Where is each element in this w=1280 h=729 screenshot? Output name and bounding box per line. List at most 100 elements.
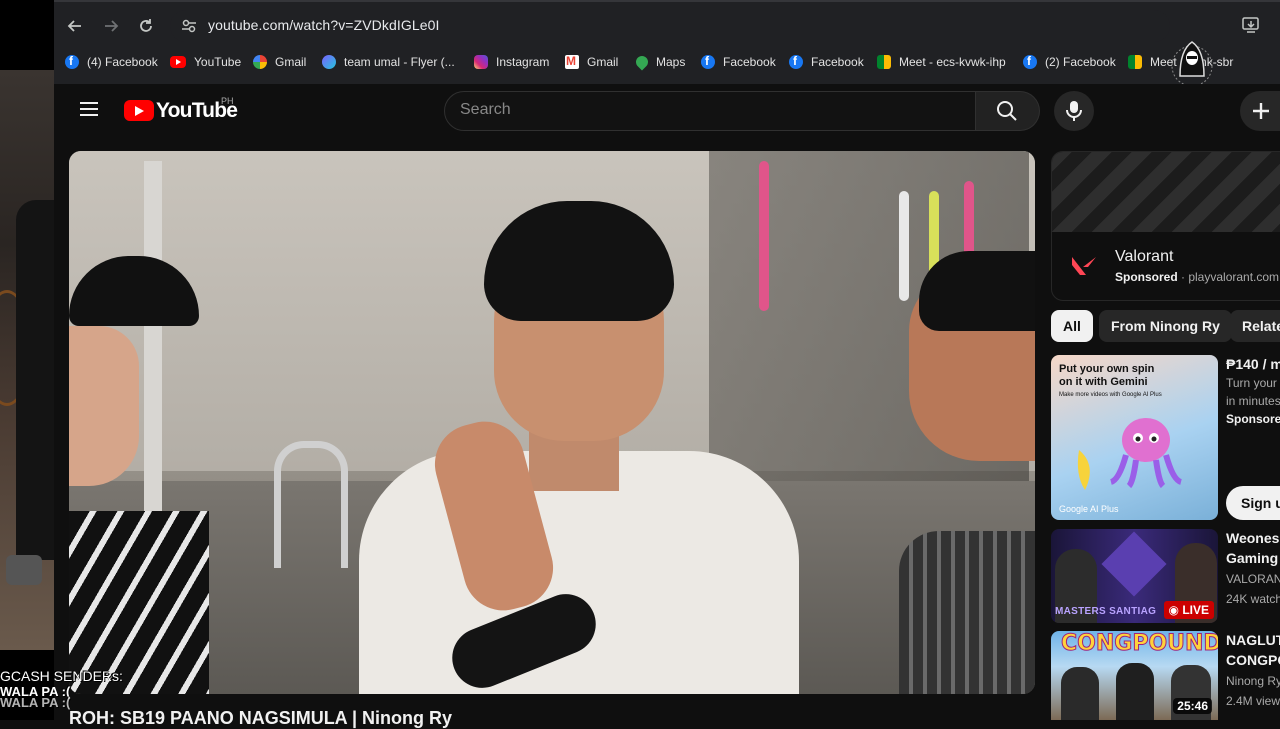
meet-icon (877, 55, 891, 69)
sidebar-item-sponsored: Sponsored (1226, 412, 1280, 426)
plus-icon (1253, 103, 1269, 119)
canva-icon (322, 55, 336, 69)
live-dot-icon: ◉ (1168, 603, 1183, 617)
search-icon (997, 101, 1017, 121)
ad-domain: playvalorant.com (1188, 270, 1280, 284)
sign-up-button[interactable]: Sign u (1226, 486, 1280, 520)
sidebar-item-title[interactable]: ₱140 / m (1226, 354, 1280, 374)
bookmark-youtube[interactable]: YouTube (170, 50, 241, 74)
bookmark-label: YouTube (194, 55, 242, 69)
thumb-text: MASTERS SANTIAG (1055, 606, 1157, 617)
ad-banner-image (1052, 152, 1280, 232)
video-person-left-jacket (69, 511, 209, 694)
video-scene-utensil (899, 191, 909, 301)
sidebar-item-thumbnail[interactable]: CONGPOUND 25:46 (1051, 631, 1218, 720)
thumb-caption-line: on it with Gemini (1059, 376, 1148, 388)
bookmark-label: Meet - ecs-kvwk-ihp (899, 55, 1006, 69)
thumb-brand: Google AI Plus (1059, 504, 1119, 514)
gcash-line: WALA PA :( (0, 695, 71, 710)
forward-arrow-icon (105, 20, 119, 32)
bookmark-instagram[interactable]: Instagram (474, 50, 549, 74)
sidebar-item-channel[interactable]: Ninong Ry (1226, 672, 1280, 690)
search-input[interactable] (444, 91, 976, 131)
chip-from-ninong-ry[interactable]: From Ninong Ry (1099, 310, 1232, 342)
thumb-caption-line: Make more videos with Google AI Plus (1059, 392, 1162, 398)
thumb-caption-line: Put your own spin (1059, 363, 1155, 375)
create-button[interactable] (1240, 91, 1280, 131)
bookmark-label: Facebook (811, 55, 864, 69)
search-placeholder: Search (460, 101, 511, 118)
sidebar-item-channel[interactable]: VALORANT (1226, 570, 1280, 588)
live-badge: ◉ LIVE (1163, 601, 1214, 619)
tab-strip-edge (54, 0, 1280, 2)
voice-search-button[interactable] (1054, 91, 1094, 131)
valorant-logo-icon (1066, 247, 1102, 283)
meet-icon (1128, 55, 1142, 69)
gcash-title: GCASH SENDERs: (0, 668, 123, 684)
video-title: ROH: SB19 PAANO NAGSIMULA | Ninong Ry (69, 708, 453, 728)
overlay-shoe (6, 555, 42, 585)
ad-name[interactable]: Valorant (1115, 248, 1173, 266)
country-code: PH (221, 96, 234, 106)
sidebar-item-desc: Turn your v (1226, 376, 1280, 390)
sidebar-item-thumbnail[interactable]: MASTERS SANTIAG ◉ LIVE (1051, 529, 1218, 623)
site-settings-icon[interactable] (180, 17, 198, 35)
chip-related[interactable]: Related (1230, 310, 1280, 342)
thumb-person (1061, 667, 1099, 720)
sidebar-item-title[interactable]: Weones I (1226, 528, 1280, 548)
bookmark-facebook-a[interactable]: Facebook (701, 50, 776, 74)
bookmark-meet-ecs[interactable]: Meet - ecs-kvwk-ihp (877, 50, 1006, 74)
duration-badge: 25:46 (1173, 698, 1212, 714)
overlay-figure (16, 200, 54, 560)
facebook-icon (65, 54, 79, 69)
video-player[interactable] (69, 151, 1035, 694)
bookmark-gmail-google[interactable]: Gmail (253, 50, 306, 74)
live-badge-label: LIVE (1182, 603, 1209, 617)
bookmark-team-umal[interactable]: team umal - Flyer (... (322, 50, 455, 74)
gcash-senders-overlay: GCASH SENDERs: WALA PA :( WALA PA :( (0, 668, 123, 711)
bookmark-label: Gmail (587, 55, 619, 69)
sidebar-item-title[interactable]: NAGLUTO (1226, 630, 1280, 650)
thumb-text: CONGPOUND (1061, 631, 1218, 657)
bookmark-label: team umal - Flyer (... (344, 55, 455, 69)
ad-subline: Sponsored · playvalorant.com (1115, 270, 1280, 284)
sidebar-item-thumbnail[interactable]: Put your own spin on it with Gemini Make… (1051, 355, 1218, 520)
sidebar-item-views: 24K watch (1226, 592, 1280, 606)
youtube-icon (170, 56, 186, 68)
sidebar-item-views: 2.4M view (1226, 694, 1280, 708)
forward-button[interactable] (97, 12, 125, 40)
stream-overlay-left (0, 0, 54, 720)
search-button[interactable] (976, 91, 1040, 131)
bookmark-facebook-4[interactable]: (4) Facebook (65, 50, 158, 74)
chip-all[interactable]: All (1051, 310, 1093, 342)
gmail-icon (565, 54, 579, 69)
thumb-person (1116, 663, 1154, 720)
reload-button[interactable] (132, 12, 160, 40)
guide-menu-button[interactable] (80, 102, 98, 116)
video-scene-faucet (274, 441, 348, 568)
bookmark-facebook-2[interactable]: (2) Facebook (1023, 50, 1116, 74)
youtube-logo-icon[interactable] (124, 100, 154, 121)
url-text[interactable]: youtube.com/watch?v=ZVDkdIGLe0I (208, 17, 440, 33)
video-person-left-face (69, 326, 139, 486)
bookmark-label: Gmail (275, 55, 307, 69)
video-scene-utensil (759, 161, 769, 311)
sidebar-item-title[interactable]: Gaming - (1226, 548, 1280, 568)
video-person-right-shirt (899, 531, 1035, 694)
bookmark-maps[interactable]: Maps (633, 50, 686, 74)
bookmark-label: (2) Facebook (1045, 55, 1116, 69)
sidebar-item-title[interactable]: CONGPO (1226, 650, 1280, 670)
microphone-icon (1066, 101, 1082, 121)
back-arrow-icon (67, 20, 81, 32)
bookmark-label: Maps (656, 55, 686, 69)
back-button[interactable] (61, 12, 89, 40)
bookmark-facebook-b[interactable]: Facebook (789, 50, 864, 74)
bookmark-gmail[interactable]: Gmail (565, 50, 618, 74)
thumb-caption: Put your own spin on it with Gemini Make… (1059, 363, 1162, 402)
hacker-mask-logo (1171, 41, 1213, 87)
install-app-icon[interactable] (1242, 16, 1260, 34)
octopus-illustration-icon (1109, 418, 1183, 489)
sidebar-item-desc: in minutes (1226, 394, 1280, 408)
maps-icon (633, 53, 651, 71)
bookmarks-bar: (4) Facebook YouTube Gmail team umal - F… (54, 50, 1280, 74)
